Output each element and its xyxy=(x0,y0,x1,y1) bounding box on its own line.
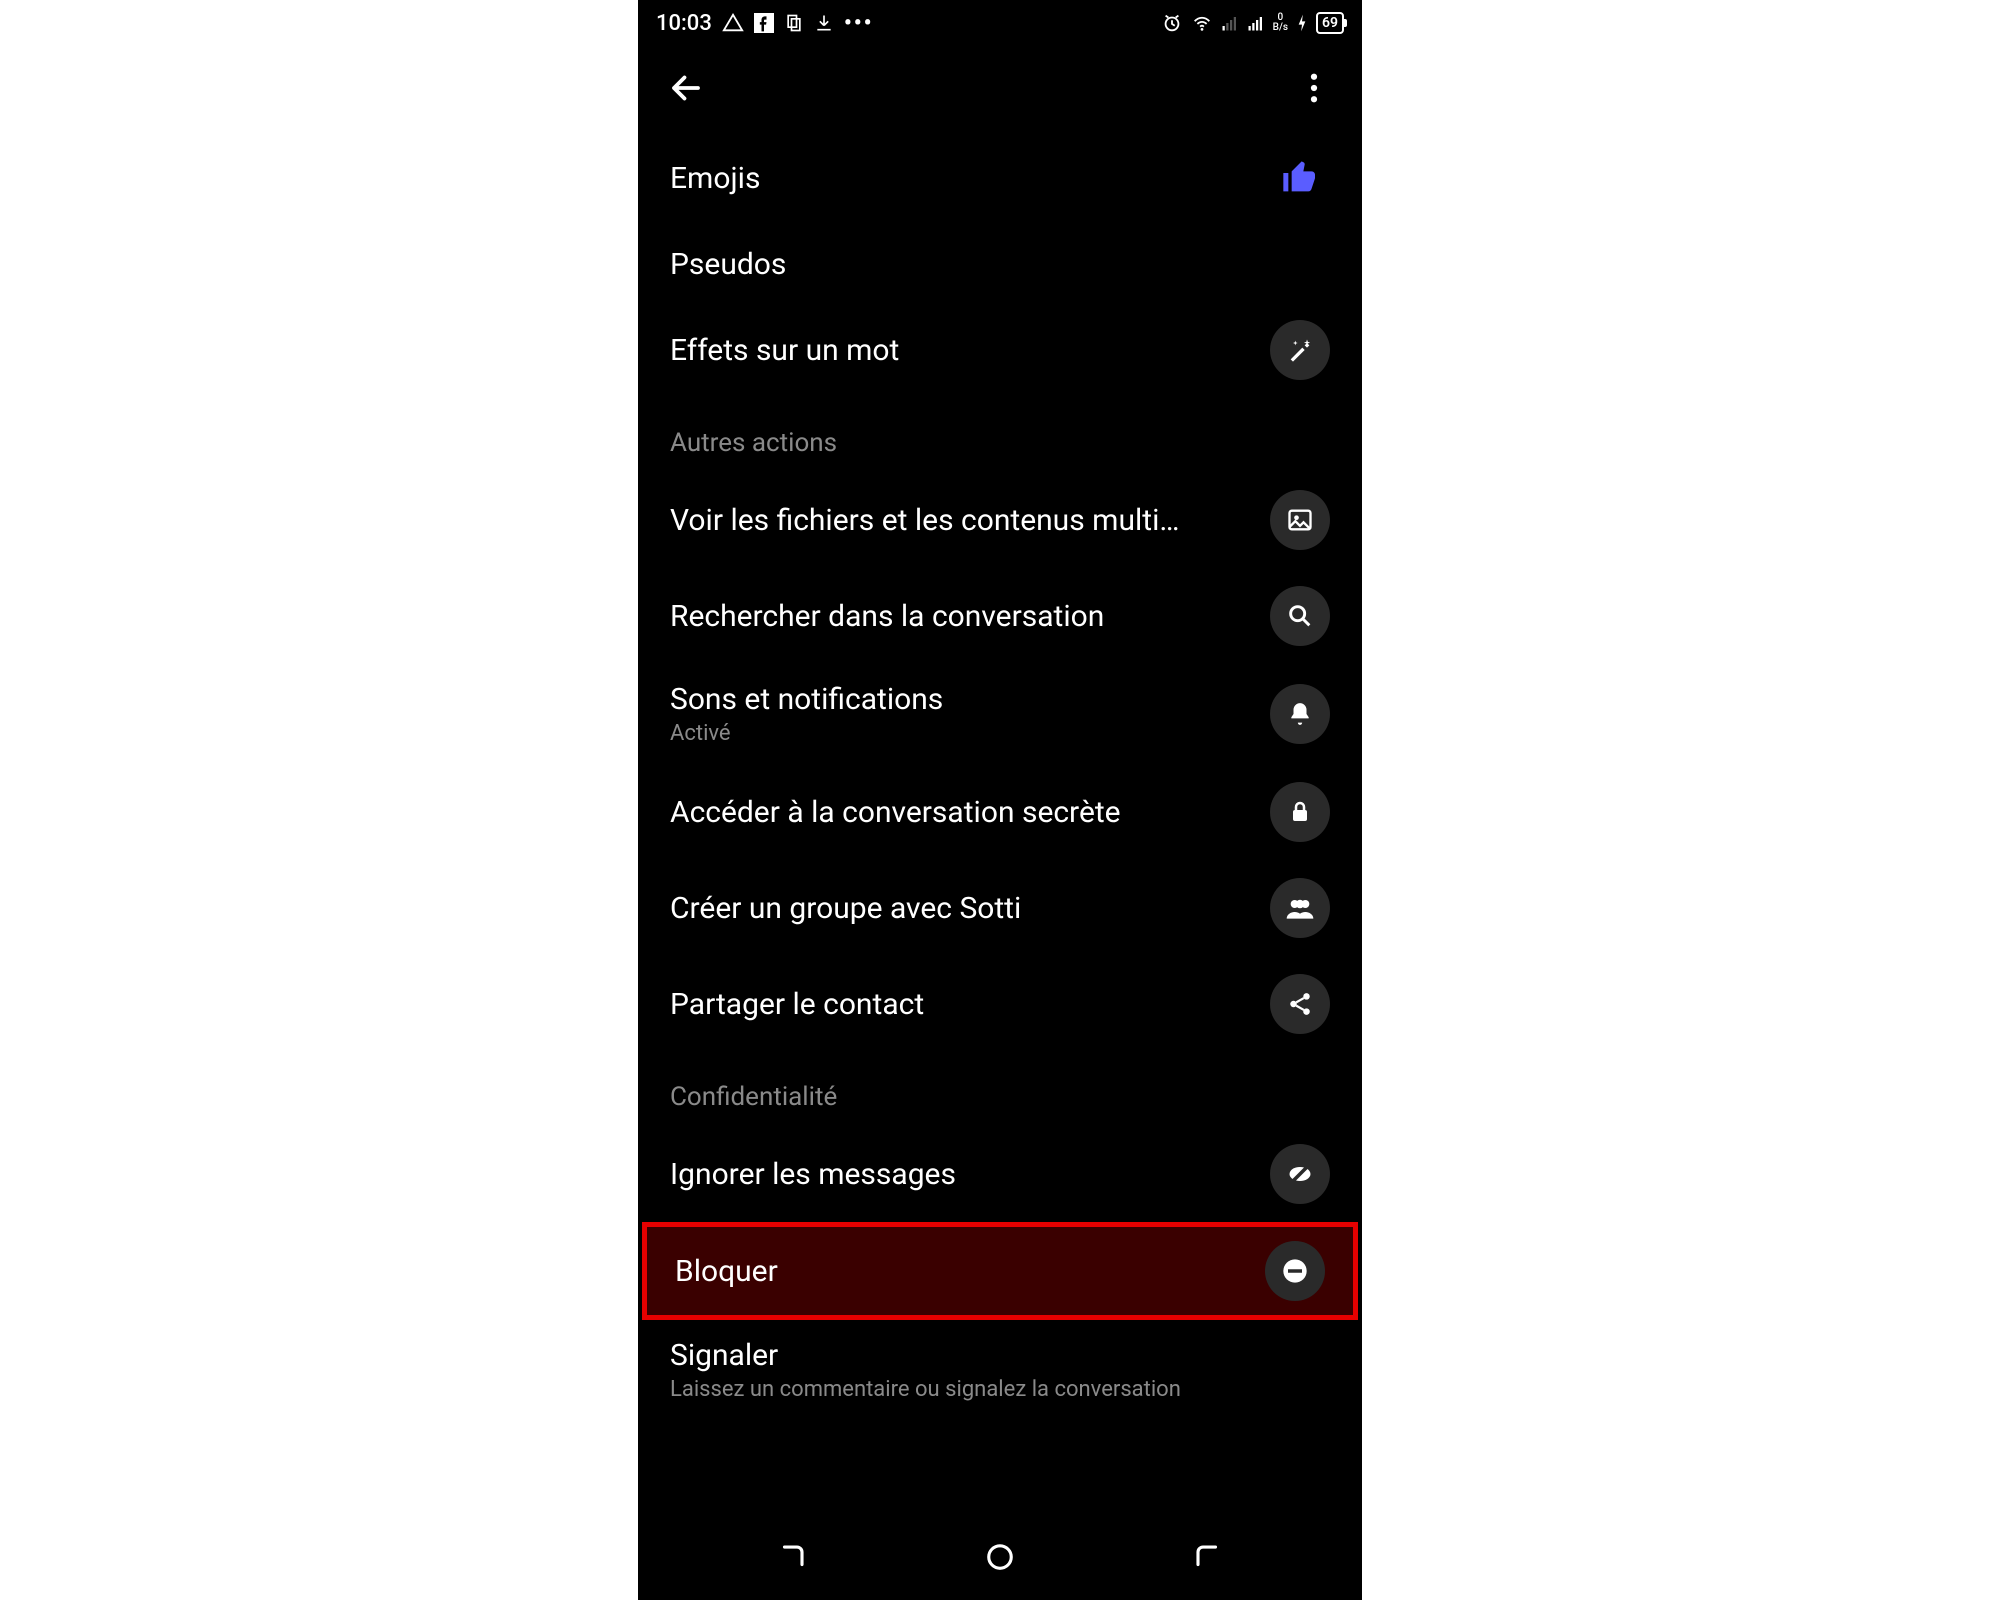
download-icon xyxy=(814,13,834,33)
thumbs-up-icon xyxy=(1270,148,1330,208)
status-left: 10:03 ••• xyxy=(656,11,874,36)
row-ignorer-messages[interactable]: Ignorer les messages xyxy=(638,1126,1362,1222)
nav-back-button[interactable] xyxy=(1186,1535,1230,1579)
row-voir-fichiers[interactable]: Voir les fichiers et les contenus multi… xyxy=(638,472,1362,568)
battery-indicator: 69 xyxy=(1316,12,1344,34)
row-label: Sons et notifications xyxy=(670,682,1254,717)
row-label: Emojis xyxy=(670,161,1254,196)
row-label: Créer un groupe avec Sotti xyxy=(670,891,1254,926)
lock-icon xyxy=(1270,782,1330,842)
signal-2-icon xyxy=(1247,14,1265,32)
bell-icon xyxy=(1270,684,1330,744)
android-navbar xyxy=(638,1514,1362,1600)
status-bar: 10:03 ••• xyxy=(638,0,1362,46)
document-icon xyxy=(784,13,804,33)
section-actions: Autres actions xyxy=(638,398,1362,472)
ignore-icon xyxy=(1270,1144,1330,1204)
row-label: Voir les fichiers et les contenus multi… xyxy=(670,503,1254,538)
status-time: 10:03 xyxy=(656,11,712,36)
share-icon xyxy=(1270,974,1330,1034)
row-creer-groupe[interactable]: Créer un groupe avec Sotti xyxy=(638,860,1362,956)
app-bar xyxy=(638,46,1362,130)
row-label: Partager le contact xyxy=(670,987,1254,1022)
row-label: Pseudos xyxy=(670,247,1314,282)
section-privacy: Confidentialité xyxy=(638,1052,1362,1126)
row-sublabel: Laissez un commentaire ou signalez la co… xyxy=(670,1377,1314,1402)
row-pseudos[interactable]: Pseudos xyxy=(638,226,1362,302)
more-options-button[interactable] xyxy=(1294,68,1334,108)
block-icon xyxy=(1265,1241,1325,1301)
row-rechercher[interactable]: Rechercher dans la conversation xyxy=(638,568,1362,664)
phone-frame: 10:03 ••• xyxy=(638,0,1362,1600)
row-partager-contact[interactable]: Partager le contact xyxy=(638,956,1362,1052)
signal-1-icon xyxy=(1221,14,1239,32)
row-signaler[interactable]: Signaler Laissez un commentaire ou signa… xyxy=(638,1320,1362,1420)
back-button[interactable] xyxy=(666,68,706,108)
charging-icon xyxy=(1296,13,1308,33)
status-right: 0 B/s 69 xyxy=(1161,12,1344,34)
row-label: Rechercher dans la conversation xyxy=(670,599,1254,634)
highlight-bloquer: Bloquer xyxy=(642,1222,1358,1320)
search-icon xyxy=(1270,586,1330,646)
data-rate: 0 B/s xyxy=(1273,13,1288,33)
magic-wand-icon xyxy=(1270,320,1330,380)
more-notifications-icon: ••• xyxy=(844,11,874,36)
row-sublabel: Activé xyxy=(670,721,1254,746)
row-label: Effets sur un mot xyxy=(670,333,1254,368)
nav-home-button[interactable] xyxy=(978,1535,1022,1579)
row-effets[interactable]: Effets sur un mot xyxy=(638,302,1362,398)
alarm-icon xyxy=(1161,12,1183,34)
row-sons-notifications[interactable]: Sons et notifications Activé xyxy=(638,664,1362,764)
image-icon xyxy=(1270,490,1330,550)
row-label: Bloquer xyxy=(675,1254,1249,1289)
row-label: Ignorer les messages xyxy=(670,1157,1254,1192)
settings-list: Emojis Pseudos Effets sur un mot Autres … xyxy=(638,130,1362,1420)
group-icon xyxy=(1270,878,1330,938)
wifi-icon xyxy=(1191,12,1213,34)
row-conversation-secrete[interactable]: Accéder à la conversation secrète xyxy=(638,764,1362,860)
row-bloquer[interactable]: Bloquer xyxy=(647,1227,1353,1315)
nav-recent-button[interactable] xyxy=(770,1535,814,1579)
row-emojis[interactable]: Emojis xyxy=(638,130,1362,226)
row-label: Accéder à la conversation secrète xyxy=(670,795,1254,830)
triangle-icon xyxy=(722,12,744,34)
row-label: Signaler xyxy=(670,1338,1314,1373)
facebook-icon xyxy=(754,13,774,33)
